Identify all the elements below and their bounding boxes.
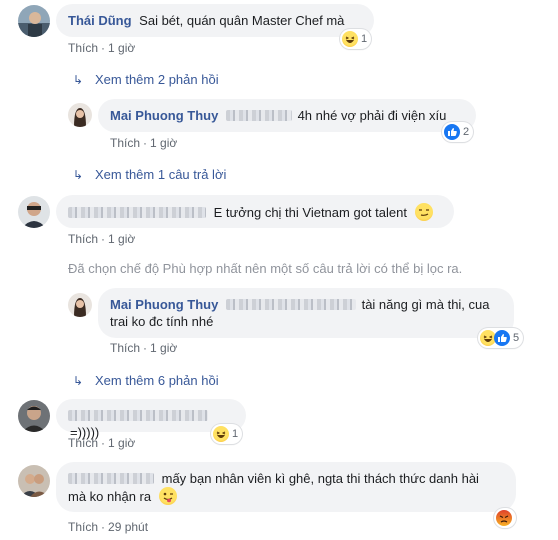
view-more-replies-3[interactable]: ↳ Xem thêm 6 phản hồi	[73, 373, 219, 389]
redacted-mention	[225, 299, 356, 310]
like-link[interactable]: Thích	[68, 41, 98, 55]
comment-bubble-1: Thái Dũng Sai bét, quán quân Master Chef…	[56, 4, 374, 37]
redacted-author	[68, 410, 208, 421]
reply-arrow-icon: ↳	[73, 168, 84, 182]
comment-actions: Thích · 1 giờ	[110, 341, 178, 355]
comment-text-line-2: mà ko nhận ra	[68, 489, 152, 504]
like-link[interactable]: Thích	[68, 520, 98, 534]
timestamp[interactable]: 1 giờ	[150, 341, 177, 355]
reaction-summary[interactable]: 5	[478, 328, 524, 348]
reaction-summary[interactable]: 1	[340, 29, 372, 49]
redacted-author	[68, 207, 206, 218]
reaction-summary[interactable]: 1	[211, 424, 243, 444]
like-reaction-icon	[494, 330, 510, 346]
like-link[interactable]: Thích	[110, 136, 140, 150]
like-link[interactable]: Thích	[68, 232, 98, 246]
redacted-mention	[225, 110, 292, 121]
like-link[interactable]: Thích	[110, 341, 140, 355]
comment-author[interactable]: Thái Dũng	[68, 13, 132, 28]
like-reaction-icon	[444, 124, 460, 140]
reaction-summary[interactable]: 2	[442, 122, 474, 142]
comment-bubble-2: Mai Phuong Thuy 4h nhé vợ phải đi viện x…	[98, 99, 476, 132]
comment-text: 4h nhé vợ phải đi viện xíu	[297, 108, 447, 123]
angry-reaction-icon	[496, 510, 512, 526]
avatar-thai-dung[interactable]	[18, 5, 50, 37]
comment-bubble-3: E tưởng chị thi Vietnam got talent	[56, 195, 454, 228]
avatar-commenter-5[interactable]	[18, 400, 50, 432]
comment-bubble-6: mấy bạn nhân viên kì ghê, ngta thi thách…	[56, 462, 516, 512]
comment-actions: Thích · 29 phút	[68, 520, 149, 534]
comment-text-line-1: mấy bạn nhân viên kì ghê, ngta thi thách…	[161, 471, 479, 486]
smirk-emoji-icon	[414, 203, 433, 221]
reply-arrow-icon: ↳	[73, 374, 84, 388]
reaction-count: 1	[361, 33, 368, 45]
comment-actions: Thích · 1 giờ	[110, 136, 178, 150]
reaction-count: 1	[232, 428, 239, 440]
haha-reaction-icon	[342, 31, 358, 47]
comment-text: E tưởng chị thi Vietnam got talent	[213, 205, 407, 220]
reaction-summary[interactable]	[494, 508, 516, 528]
reaction-count: 5	[513, 332, 520, 344]
timestamp[interactable]: 29 phút	[108, 520, 148, 534]
view-more-replies-1[interactable]: ↳ Xem thêm 2 phản hồi	[73, 72, 219, 88]
haha-reaction-icon	[213, 426, 229, 442]
redacted-author	[68, 473, 154, 484]
avatar-commenter-3[interactable]	[18, 196, 50, 228]
comment-text-line-1: tài năng gì mà thi, cua	[361, 297, 490, 312]
timestamp[interactable]: 1 giờ	[108, 436, 135, 450]
avatar-mai-phuong-thuy[interactable]	[68, 293, 92, 317]
timestamp[interactable]: 1 giờ	[108, 232, 135, 246]
reply-arrow-icon: ↳	[73, 73, 84, 87]
comment-bubble-4: Mai Phuong Thuy tài năng gì mà thi, cua …	[98, 288, 514, 338]
comment-text: Sai bét, quán quân Master Chef mà	[139, 13, 345, 28]
reaction-count: 2	[463, 126, 470, 138]
comment-text-line-2: trai ko đc tính nhé	[110, 314, 214, 329]
timestamp[interactable]: 1 giờ	[108, 41, 135, 55]
comment-author[interactable]: Mai Phuong Thuy	[110, 297, 218, 312]
view-more-replies-2[interactable]: ↳ Xem thêm 1 câu trả lời	[73, 167, 226, 183]
view-more-label: Xem thêm 2 phản hồi	[95, 72, 219, 87]
comment-author[interactable]: Mai Phuong Thuy	[110, 108, 218, 123]
view-more-label: Xem thêm 6 phản hồi	[95, 373, 219, 388]
avatar-commenter-6[interactable]	[18, 465, 50, 497]
view-more-label: Xem thêm 1 câu trả lời	[95, 167, 227, 182]
filter-notice: Đã chọn chế độ Phù hợp nhất nên một số c…	[68, 261, 463, 276]
comment-actions: Thích · 1 giờ	[68, 232, 136, 246]
timestamp[interactable]: 1 giờ	[150, 136, 177, 150]
comment-actions: Thích · 1 giờ	[68, 41, 136, 55]
comment-actions: Thích · 1 giờ	[68, 436, 136, 450]
avatar-mai-phuong-thuy[interactable]	[68, 103, 92, 127]
like-link[interactable]: Thích	[68, 436, 98, 450]
wink-tongue-emoji-icon	[158, 487, 177, 505]
